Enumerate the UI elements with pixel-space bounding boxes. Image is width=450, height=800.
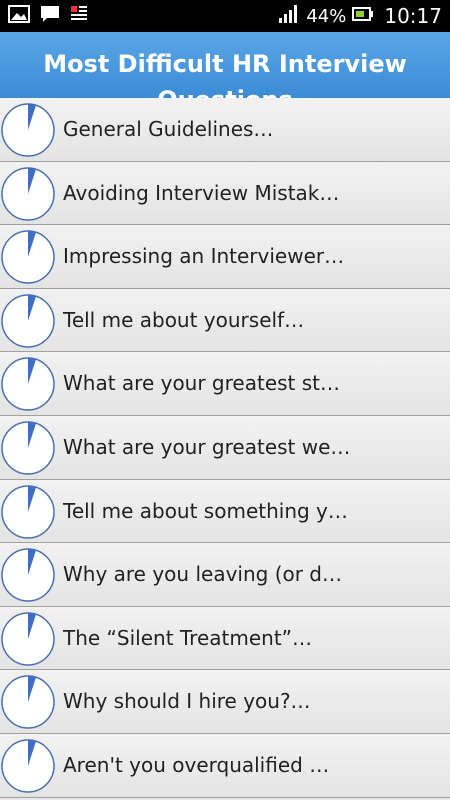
list-item[interactable]: Impressing an Interviewer… [0, 225, 450, 289]
list-item[interactable]: Why are you leaving (or d… [0, 543, 450, 607]
list-item-label: Tell me about something y… [63, 498, 348, 523]
list-item[interactable]: Tell me about something y… [0, 479, 450, 544]
progress-pie-icon [0, 166, 56, 222]
question-list: General Guidelines… Avoiding Interview Mi… [0, 98, 450, 798]
list-item-label: The “Silent Treatment”… [63, 625, 313, 650]
list-item[interactable]: What are your greatest we… [0, 415, 450, 480]
list-item[interactable]: The “Silent Treatment”… [0, 606, 450, 671]
progress-pie-icon [0, 484, 56, 540]
progress-pie-icon [0, 356, 56, 412]
page-title: Most Difficult HR Interview Questions [43, 50, 407, 100]
list-item-label: Avoiding Interview Mistak… [63, 180, 340, 205]
progress-pie-icon [0, 611, 56, 667]
progress-pie-icon [0, 420, 56, 476]
progress-pie-icon [0, 229, 56, 285]
list-item-label: Impressing an Interviewer… [63, 244, 345, 269]
list-item-label: What are your greatest we… [63, 434, 351, 459]
notification-icon [70, 5, 88, 27]
progress-pie-icon [0, 293, 56, 349]
list-item-label: Tell me about yourself… [63, 307, 305, 332]
list-item[interactable]: Why should I hire you?… [0, 670, 450, 734]
list-item-label: Aren't you overqualified … [63, 752, 330, 777]
list-item[interactable]: What are your greatest st… [0, 352, 450, 416]
clock: 10:17 [384, 4, 442, 28]
list-item-label: General Guidelines… [63, 117, 274, 141]
list-item[interactable]: Avoiding Interview Mistak… [0, 161, 450, 226]
signal-icon [278, 4, 300, 28]
progress-pie-icon [0, 102, 56, 158]
message-icon [40, 5, 60, 27]
progress-pie-icon [0, 674, 56, 730]
status-bar: 44% 10:17 [0, 0, 450, 32]
list-item-label: Why are you leaving (or d… [63, 562, 343, 587]
list-item[interactable]: General Guidelines… [0, 98, 450, 162]
app-header: Most Difficult HR Interview Questions [0, 32, 450, 100]
list-item-label: Why should I hire you?… [63, 689, 311, 714]
battery-percent: 44% [306, 5, 347, 27]
progress-pie-icon [0, 738, 56, 794]
list-item[interactable]: Aren't you overqualified … [0, 733, 450, 798]
battery-icon [352, 6, 374, 26]
progress-pie-icon [0, 547, 56, 603]
list-item-label: What are your greatest st… [63, 371, 341, 396]
picture-icon [8, 5, 30, 27]
list-item[interactable]: Tell me about yourself… [0, 288, 450, 353]
